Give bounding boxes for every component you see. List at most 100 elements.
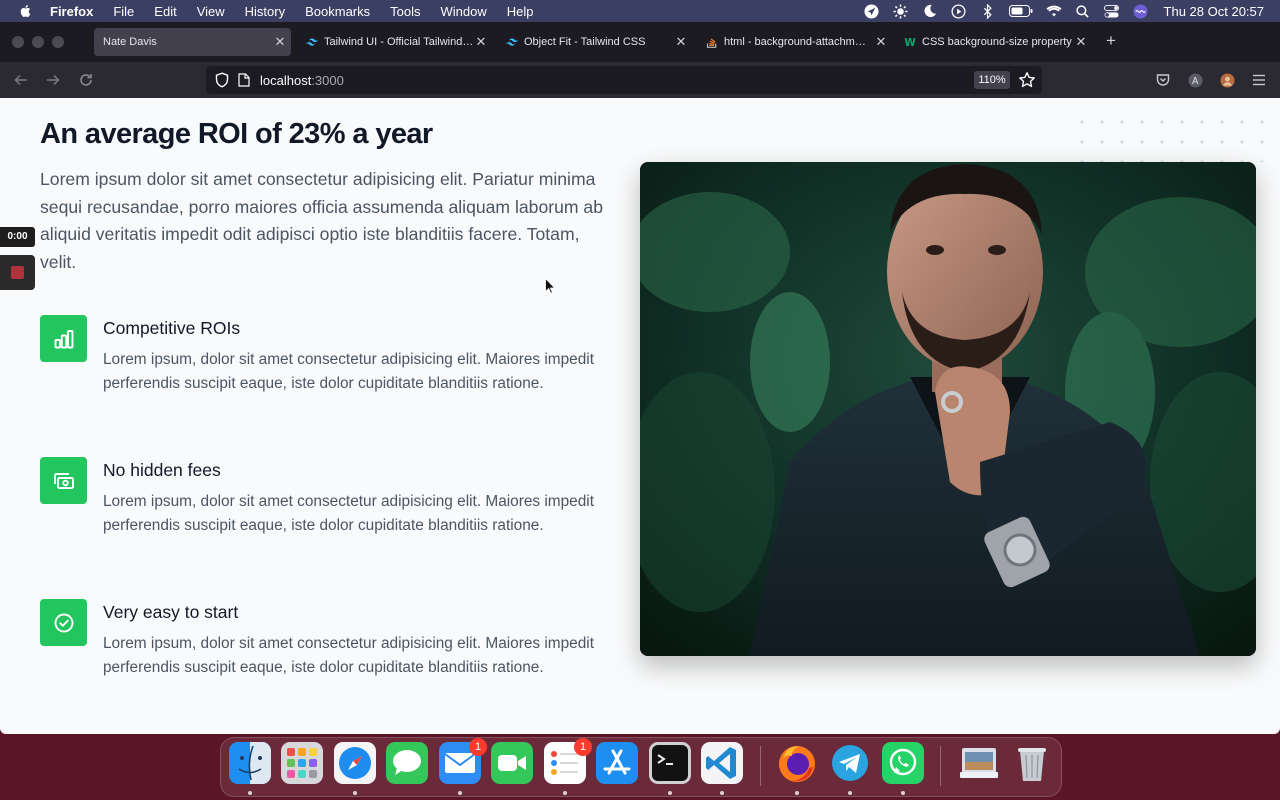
cash-icon [53, 472, 74, 489]
tab-close-icon[interactable]: ✕ [874, 35, 888, 49]
terminal-icon[interactable] [649, 742, 691, 784]
new-tab-button[interactable]: + [1102, 31, 1120, 51]
account-avatar-icon[interactable]: A [1186, 71, 1204, 89]
running-indicator [353, 791, 357, 795]
mail-badge: 1 [469, 738, 487, 756]
finder-icon[interactable] [229, 742, 271, 784]
tab-background-size[interactable]: W CSS background-size property ✕ [896, 28, 1092, 56]
tab-close-icon[interactable]: ✕ [1074, 35, 1088, 49]
whatsapp-icon[interactable] [882, 742, 924, 784]
feature-icon-box [40, 457, 87, 504]
tab-label: html - background-attachment: fix [724, 36, 870, 48]
feature-description: Lorem ipsum, dolor sit amet consectetur … [103, 635, 594, 676]
window-minimize-button[interactable] [32, 36, 44, 48]
play-circle-icon[interactable] [951, 3, 967, 19]
menu-app-name[interactable]: Firefox [50, 4, 93, 19]
url-host: localhost [260, 73, 312, 88]
menu-bookmarks[interactable]: Bookmarks [305, 4, 370, 19]
control-center-icon[interactable] [1104, 3, 1120, 19]
tab-close-icon[interactable]: ✕ [474, 35, 488, 49]
running-indicator [901, 791, 905, 795]
wifi-icon[interactable] [1046, 3, 1062, 19]
zoom-level-badge[interactable]: 110% [974, 71, 1010, 89]
tab-nate-davis[interactable]: Nate Davis ✕ [94, 28, 291, 56]
tailwind-icon [506, 38, 518, 46]
window-close-button[interactable] [12, 36, 24, 48]
tab-label: CSS background-size property [922, 36, 1072, 48]
tab-label: Nate Davis [103, 36, 157, 48]
tab-close-icon[interactable]: ✕ [273, 35, 287, 49]
mail-icon[interactable]: 1 [439, 738, 487, 784]
menu-view[interactable]: View [197, 4, 225, 19]
feature-title: No hidden fees [103, 460, 221, 480]
tab-label: Tailwind UI - Official Tailwind CSS [324, 36, 476, 48]
tab-object-fit[interactable]: Object Fit - Tailwind CSS ✕ [496, 28, 692, 56]
url-text[interactable]: localhost:3000 [260, 73, 344, 88]
downloads-stack-icon[interactable] [958, 742, 1000, 784]
tab-label: Object Fit - Tailwind CSS [524, 36, 646, 48]
bluetooth-icon[interactable] [980, 3, 996, 19]
intro-paragraph: Lorem ipsum dolor sit amet consectetur a… [40, 169, 603, 272]
recording-timer: 0:00 [0, 227, 35, 247]
safari-icon[interactable] [334, 742, 376, 784]
back-arrow-icon[interactable] [11, 70, 31, 90]
url-bar[interactable]: localhost:3000 110% [206, 66, 1042, 94]
menu-window[interactable]: Window [441, 4, 487, 19]
feature-title: Competitive ROIs [103, 318, 241, 338]
shield-icon[interactable] [214, 72, 230, 88]
pocket-icon[interactable] [1154, 71, 1172, 89]
page-heading: An average ROI of 23% a year [40, 118, 433, 150]
reminders-icon[interactable]: 1 [544, 738, 592, 784]
siri-icon[interactable] [1133, 3, 1149, 19]
mouse-cursor-icon [545, 278, 555, 294]
telegram-icon[interactable] [829, 742, 871, 784]
portrait-illustration [640, 162, 1256, 656]
running-indicator [720, 791, 724, 795]
web-page: An average ROI of 23% a year Lorem ipsum… [0, 98, 1280, 734]
running-indicator [795, 791, 799, 795]
tab-close-icon[interactable]: ✕ [674, 35, 688, 49]
status-area: Thu 28 Oct 20:57 [864, 0, 1280, 22]
extension-icon[interactable] [1218, 71, 1236, 89]
location-arrow-icon[interactable] [864, 3, 880, 19]
tab-tailwind-ui[interactable]: Tailwind UI - Official Tailwind CSS ✕ [296, 28, 492, 56]
tab-stackoverflow[interactable]: html - background-attachment: fix ✕ [696, 28, 892, 56]
feature-icon-box [40, 599, 87, 646]
menu-history[interactable]: History [245, 4, 285, 19]
moon-icon[interactable] [922, 3, 938, 19]
menu-help[interactable]: Help [507, 4, 534, 19]
vscode-icon[interactable] [701, 742, 743, 784]
launchpad-icon[interactable] [281, 742, 323, 784]
forward-arrow-icon[interactable] [43, 70, 63, 90]
menu-edit[interactable]: Edit [154, 4, 176, 19]
reload-icon[interactable] [76, 70, 96, 90]
dot-pattern-decoration [1072, 112, 1280, 162]
stop-recording-button[interactable] [0, 255, 35, 290]
messages-icon[interactable] [386, 742, 428, 784]
dock-separator [940, 746, 941, 786]
svg-text:W: W [904, 37, 915, 48]
window-zoom-button[interactable] [52, 36, 64, 48]
apple-logo-icon[interactable] [18, 4, 32, 18]
running-indicator [248, 791, 252, 795]
browser-nav-bar: localhost:3000 110% A [0, 62, 1280, 98]
battery-icon[interactable] [1008, 3, 1033, 19]
facetime-icon[interactable] [491, 742, 533, 784]
firefox-icon[interactable] [776, 742, 818, 784]
menu-file[interactable]: File [113, 4, 134, 19]
sun-gear-icon[interactable] [893, 3, 909, 19]
menu-tools[interactable]: Tools [390, 4, 420, 19]
stackoverflow-icon [706, 38, 717, 48]
portrait-photo [640, 162, 1256, 656]
trash-icon[interactable] [1011, 742, 1053, 784]
running-indicator [668, 791, 672, 795]
search-icon[interactable] [1075, 3, 1091, 19]
dock-separator [760, 746, 761, 786]
app-store-icon[interactable] [596, 742, 638, 784]
tailwind-icon [306, 38, 318, 46]
feature-title: Very easy to start [103, 602, 239, 622]
stop-square-icon [11, 266, 24, 279]
menubar-clock[interactable]: Thu 28 Oct 20:57 [1164, 4, 1264, 19]
hamburger-menu-icon[interactable] [1250, 71, 1268, 89]
bookmark-star-icon[interactable] [1018, 71, 1036, 89]
